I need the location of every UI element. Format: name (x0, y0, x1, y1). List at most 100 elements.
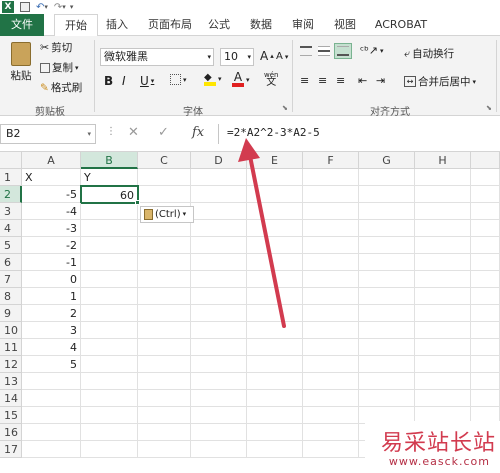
grid-cell[interactable] (247, 254, 303, 271)
grid-cell[interactable] (471, 373, 500, 390)
grid-cell[interactable] (138, 305, 191, 322)
grid-cell[interactable] (415, 356, 471, 373)
grid-cell[interactable] (138, 169, 191, 186)
grid-cell[interactable] (247, 322, 303, 339)
cancel-button[interactable]: ✕ (128, 125, 139, 140)
grid-cell[interactable] (303, 373, 359, 390)
cell-b2-selected[interactable]: 60 (80, 185, 139, 204)
borders-button[interactable]: ▾ (170, 74, 187, 85)
paste-options-button[interactable]: (Ctrl) ▾ (140, 206, 194, 223)
grid-cell[interactable] (359, 186, 415, 203)
row-header-2[interactable]: 2 (0, 186, 22, 203)
grid-cell[interactable] (191, 322, 247, 339)
cell-a7[interactable]: 0 (22, 271, 81, 288)
column-header-h[interactable]: H (415, 152, 471, 169)
grid-cell[interactable] (247, 390, 303, 407)
grid-cell[interactable] (303, 339, 359, 356)
grid-cell[interactable] (471, 271, 500, 288)
grid-cell[interactable] (415, 203, 471, 220)
name-box[interactable]: B2 ▾ (0, 124, 96, 144)
grid-cell[interactable] (471, 254, 500, 271)
cell-a4[interactable]: -3 (22, 220, 81, 237)
grid-cell[interactable] (81, 271, 138, 288)
grid-cell[interactable] (138, 424, 191, 441)
row-header-10[interactable]: 10 (0, 322, 22, 339)
cut-button[interactable]: ✂ 剪切 (40, 40, 72, 55)
grid-cell[interactable] (303, 254, 359, 271)
underline-button[interactable]: U ▾ (140, 74, 154, 88)
grid-cell[interactable] (22, 441, 81, 458)
grid-cell[interactable] (247, 407, 303, 424)
grid-cell[interactable] (471, 220, 500, 237)
format-painter-button[interactable]: ✎ 格式刷 (40, 80, 82, 95)
column-header-e[interactable]: E (247, 152, 303, 169)
grid-cell[interactable] (247, 237, 303, 254)
grid-cell[interactable] (359, 305, 415, 322)
tab-acrobat[interactable]: ACROBAT (372, 14, 430, 36)
align-middle-button[interactable] (318, 46, 330, 56)
grid-cell[interactable] (303, 288, 359, 305)
copy-button[interactable]: 复制 ▾ (40, 60, 79, 75)
grid-cell[interactable] (303, 186, 359, 203)
increase-indent-button[interactable]: ⇥ (376, 74, 385, 87)
row-header-3[interactable]: 3 (0, 203, 22, 220)
grid-cell[interactable] (303, 237, 359, 254)
grid-cell[interactable] (303, 322, 359, 339)
grid-cell[interactable] (138, 322, 191, 339)
font-size-dropdown[interactable]: 10 ▾ (220, 48, 254, 66)
customize-qat-icon[interactable]: ▾ (70, 3, 74, 11)
grid-cell[interactable] (471, 305, 500, 322)
tab-formulas[interactable]: 公式 (204, 14, 234, 36)
grid-cell[interactable] (415, 254, 471, 271)
grid-cell[interactable] (359, 390, 415, 407)
grid-cell[interactable] (191, 237, 247, 254)
grid-cell[interactable] (247, 186, 303, 203)
grid-cell[interactable] (191, 390, 247, 407)
cell-a5[interactable]: -2 (22, 237, 81, 254)
grid-cell[interactable] (415, 305, 471, 322)
tab-page-layout[interactable]: 页面布局 (144, 14, 196, 36)
grid-cell[interactable] (303, 441, 359, 458)
row-header-11[interactable]: 11 (0, 339, 22, 356)
grid-cell[interactable] (359, 237, 415, 254)
column-header-c[interactable]: C (138, 152, 191, 169)
grid-cell[interactable] (81, 390, 138, 407)
grid-cell[interactable] (191, 356, 247, 373)
grid-cell[interactable] (191, 407, 247, 424)
grid-cell[interactable] (191, 441, 247, 458)
save-icon[interactable] (20, 2, 30, 12)
alignment-dialog-launcher-icon[interactable]: ⬊ (486, 104, 492, 112)
grid-cell[interactable] (471, 237, 500, 254)
grid-cell[interactable] (81, 356, 138, 373)
row-header-1[interactable]: 1 (0, 169, 22, 186)
tab-review[interactable]: 审阅 (288, 14, 318, 36)
grid-cell[interactable] (471, 356, 500, 373)
orientation-button[interactable]: ᶜᵇ↗ ▾ (360, 44, 384, 57)
grid-cell[interactable] (81, 441, 138, 458)
grid-cell[interactable] (303, 220, 359, 237)
grid-cell[interactable] (415, 322, 471, 339)
cell-b1[interactable]: Y (81, 169, 138, 186)
tab-file[interactable]: 文件 (0, 14, 44, 36)
grid-cell[interactable] (415, 339, 471, 356)
column-header-g[interactable]: G (359, 152, 415, 169)
grid-cell[interactable] (191, 169, 247, 186)
grid-cell[interactable] (138, 390, 191, 407)
formula-input[interactable]: =2*A2^2-3*A2-5 (218, 124, 500, 144)
cell-a12[interactable]: 5 (22, 356, 81, 373)
grid-cell[interactable] (359, 203, 415, 220)
phonetic-button[interactable]: wén 文 (264, 72, 278, 88)
row-header-4[interactable]: 4 (0, 220, 22, 237)
cell-a10[interactable]: 3 (22, 322, 81, 339)
align-left-button[interactable]: ≡ (300, 74, 309, 87)
grid-cell[interactable] (303, 407, 359, 424)
grid-cell[interactable] (359, 254, 415, 271)
grid-cell[interactable] (138, 254, 191, 271)
grid-cell[interactable] (138, 339, 191, 356)
merge-center-button[interactable]: ↔ 合并后居中 ▾ (404, 74, 476, 89)
grid-cell[interactable] (471, 288, 500, 305)
grid-cell[interactable] (138, 288, 191, 305)
grid-cell[interactable] (22, 424, 81, 441)
grid-cell[interactable] (191, 288, 247, 305)
grid-cell[interactable] (471, 169, 500, 186)
